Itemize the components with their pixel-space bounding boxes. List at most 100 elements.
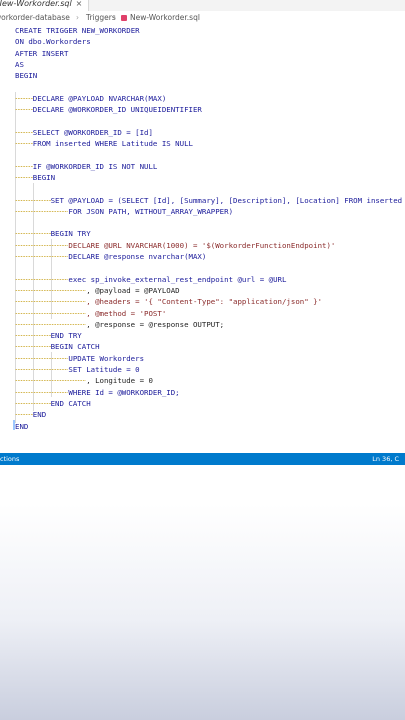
- code-line[interactable]: , @response = @response OUTPUT;: [0, 319, 405, 330]
- code-line[interactable]: END: [0, 409, 405, 420]
- code-text: AFTER INSERT: [15, 48, 69, 58]
- code-line[interactable]: [0, 217, 405, 228]
- code-text: BEGIN TRY: [50, 229, 91, 239]
- code-line[interactable]: BEGIN: [0, 70, 405, 81]
- whitespace-dots: [15, 402, 51, 404]
- code-text: DECLARE @PAYLOAD NVARCHAR(MAX): [32, 93, 167, 103]
- code-line[interactable]: , @headers = '{ "Content-Type": "applica…: [0, 296, 405, 307]
- code-text: SET @PAYLOAD = (SELECT [Id], [Summary], …: [50, 195, 403, 205]
- whitespace-dots: [15, 97, 33, 99]
- code-line[interactable]: SET Latitude = 0: [0, 364, 405, 375]
- code-line[interactable]: END TRY: [0, 330, 405, 341]
- code-line[interactable]: SET @PAYLOAD = (SELECT [Id], [Summary], …: [0, 195, 405, 206]
- whitespace-dots: [15, 199, 51, 201]
- cursor-position[interactable]: Ln 36, C: [372, 453, 399, 465]
- breadcrumb-item-triggers[interactable]: Triggers: [86, 11, 116, 25]
- whitespace-dots: [15, 335, 51, 337]
- code-text: END: [15, 421, 29, 431]
- code-text: END TRY: [50, 331, 82, 341]
- code-line[interactable]: [0, 115, 405, 126]
- code-line[interactable]: [0, 82, 405, 93]
- whitespace-dots: [15, 165, 33, 167]
- code-line[interactable]: , @method = 'POST': [0, 308, 405, 319]
- code-text: BEGIN: [32, 172, 56, 182]
- whitespace-dots: [15, 289, 87, 291]
- code-line[interactable]: BEGIN: [0, 172, 405, 183]
- whitespace-dots: [15, 346, 51, 348]
- code-text: SELECT @WORKORDER_ID = [Id]: [32, 127, 153, 137]
- code-text: CREATE TRIGGER NEW_WORKORDER: [15, 26, 140, 35]
- breadcrumb-item-database[interactable]: workorder-database: [0, 11, 70, 25]
- status-bar: ctions Ln 36, C: [0, 453, 405, 465]
- whitespace-dots: [15, 256, 69, 257]
- code-text: FROM inserted WHERE Latitude IS NULL: [32, 139, 193, 148]
- whitespace-dots: [15, 233, 51, 235]
- whitespace-dots: [15, 210, 69, 212]
- code-line[interactable]: , Longitude = 0: [0, 375, 405, 386]
- code-line[interactable]: [0, 183, 405, 194]
- code-line[interactable]: UPDATE Workorders: [0, 353, 405, 364]
- tab-new-workorder[interactable]: New-Workorder.sql ×: [0, 0, 90, 11]
- code-text: , @response = @response OUTPUT;: [86, 319, 225, 329]
- breadcrumb-item-file[interactable]: New-Workorder.sql: [130, 11, 200, 25]
- code-text: END CATCH: [50, 398, 91, 408]
- code-line[interactable]: IF @WORKORDER_ID IS NOT NULL: [0, 161, 405, 172]
- code-text: IF @WORKORDER_ID IS NOT NULL: [32, 161, 158, 171]
- code-text: exec sp_invoke_external_rest_endpoint @u…: [68, 274, 287, 284]
- code-text: END: [32, 410, 47, 420]
- code-line[interactable]: END CATCH: [0, 398, 405, 409]
- whitespace-dots: [15, 301, 87, 303]
- code-line[interactable]: exec sp_invoke_external_rest_endpoint @u…: [0, 274, 405, 285]
- code-line[interactable]: DECLARE @response nvarchar(MAX): [0, 251, 405, 262]
- whitespace-dots: [15, 357, 69, 359]
- code-text: BEGIN: [15, 71, 38, 81]
- code-editor[interactable]: CREATE TRIGGER NEW_WORKORDER ON dbo.Worko…: [0, 25, 405, 453]
- whitespace-dots: [15, 244, 69, 246]
- code-text: DECLARE @response nvarchar(MAX): [68, 252, 207, 261]
- code-text: , @method = 'POST': [86, 308, 167, 318]
- code-line[interactable]: FROM inserted WHERE Latitude IS NULL: [0, 138, 405, 149]
- code-line[interactable]: , @payload = @PAYLOAD: [0, 285, 405, 296]
- whitespace-dots: [15, 380, 87, 382]
- code-text: DECLARE @WORKORDER_ID UNIQUEIDENTIFIER: [32, 105, 202, 115]
- code-line[interactable]: END: [0, 421, 405, 432]
- sql-file-icon: [121, 15, 127, 21]
- code-line[interactable]: BEGIN CATCH: [0, 341, 405, 352]
- chevron-right-icon: ›: [113, 13, 116, 22]
- code-line[interactable]: CREATE TRIGGER NEW_WORKORDER: [0, 25, 405, 36]
- whitespace-dots: [15, 414, 33, 416]
- code-line[interactable]: AS: [0, 59, 405, 70]
- code-line[interactable]: AFTER INSERT: [0, 48, 405, 59]
- whitespace-dots: [15, 176, 33, 178]
- code-text: BEGIN CATCH: [50, 342, 100, 352]
- whitespace-dots: [15, 143, 33, 144]
- close-icon[interactable]: ×: [76, 0, 83, 8]
- chevron-right-icon: ›: [76, 13, 79, 22]
- code-text: , Longitude = 0: [86, 376, 153, 386]
- whitespace-dots: [15, 131, 33, 133]
- code-text: , @headers = '{ "Content-Type": "applica…: [86, 297, 323, 307]
- code-line[interactable]: FOR JSON PATH, WITHOUT_ARRAY_WRAPPER): [0, 206, 405, 217]
- whitespace-dots: [15, 312, 87, 314]
- breadcrumb: workorder-database › Triggers › New-Work…: [0, 11, 405, 25]
- whitespace-dots: [15, 278, 69, 280]
- code-line[interactable]: BEGIN TRY: [0, 228, 405, 239]
- code-text: , @payload = @PAYLOAD: [86, 285, 180, 295]
- code-text: SET Latitude = 0: [68, 365, 140, 374]
- code-line[interactable]: [0, 149, 405, 160]
- code-text: FOR JSON PATH, WITHOUT_ARRAY_WRAPPER): [68, 206, 234, 216]
- status-left-text[interactable]: ctions: [0, 453, 19, 465]
- code-line[interactable]: ON dbo.Workorders: [0, 36, 405, 47]
- code-text: DECLARE @URL NVARCHAR(1000) = '$(Workord…: [68, 240, 336, 250]
- tab-title: New-Workorder.sql: [0, 0, 72, 8]
- whitespace-dots: [15, 109, 33, 111]
- code-line[interactable]: DECLARE @URL NVARCHAR(1000) = '$(Workord…: [0, 240, 405, 251]
- code-line[interactable]: WHERE Id = @WORKORDER_ID;: [0, 387, 405, 398]
- code-line[interactable]: DECLARE @PAYLOAD NVARCHAR(MAX): [0, 93, 405, 104]
- code-line[interactable]: [0, 262, 405, 273]
- whitespace-dots: [15, 369, 69, 370]
- code-line[interactable]: SELECT @WORKORDER_ID = [Id]: [0, 127, 405, 138]
- current-line-indicator: [13, 420, 15, 430]
- code-line[interactable]: DECLARE @WORKORDER_ID UNIQUEIDENTIFIER: [0, 104, 405, 115]
- code-text: UPDATE Workorders: [68, 353, 145, 363]
